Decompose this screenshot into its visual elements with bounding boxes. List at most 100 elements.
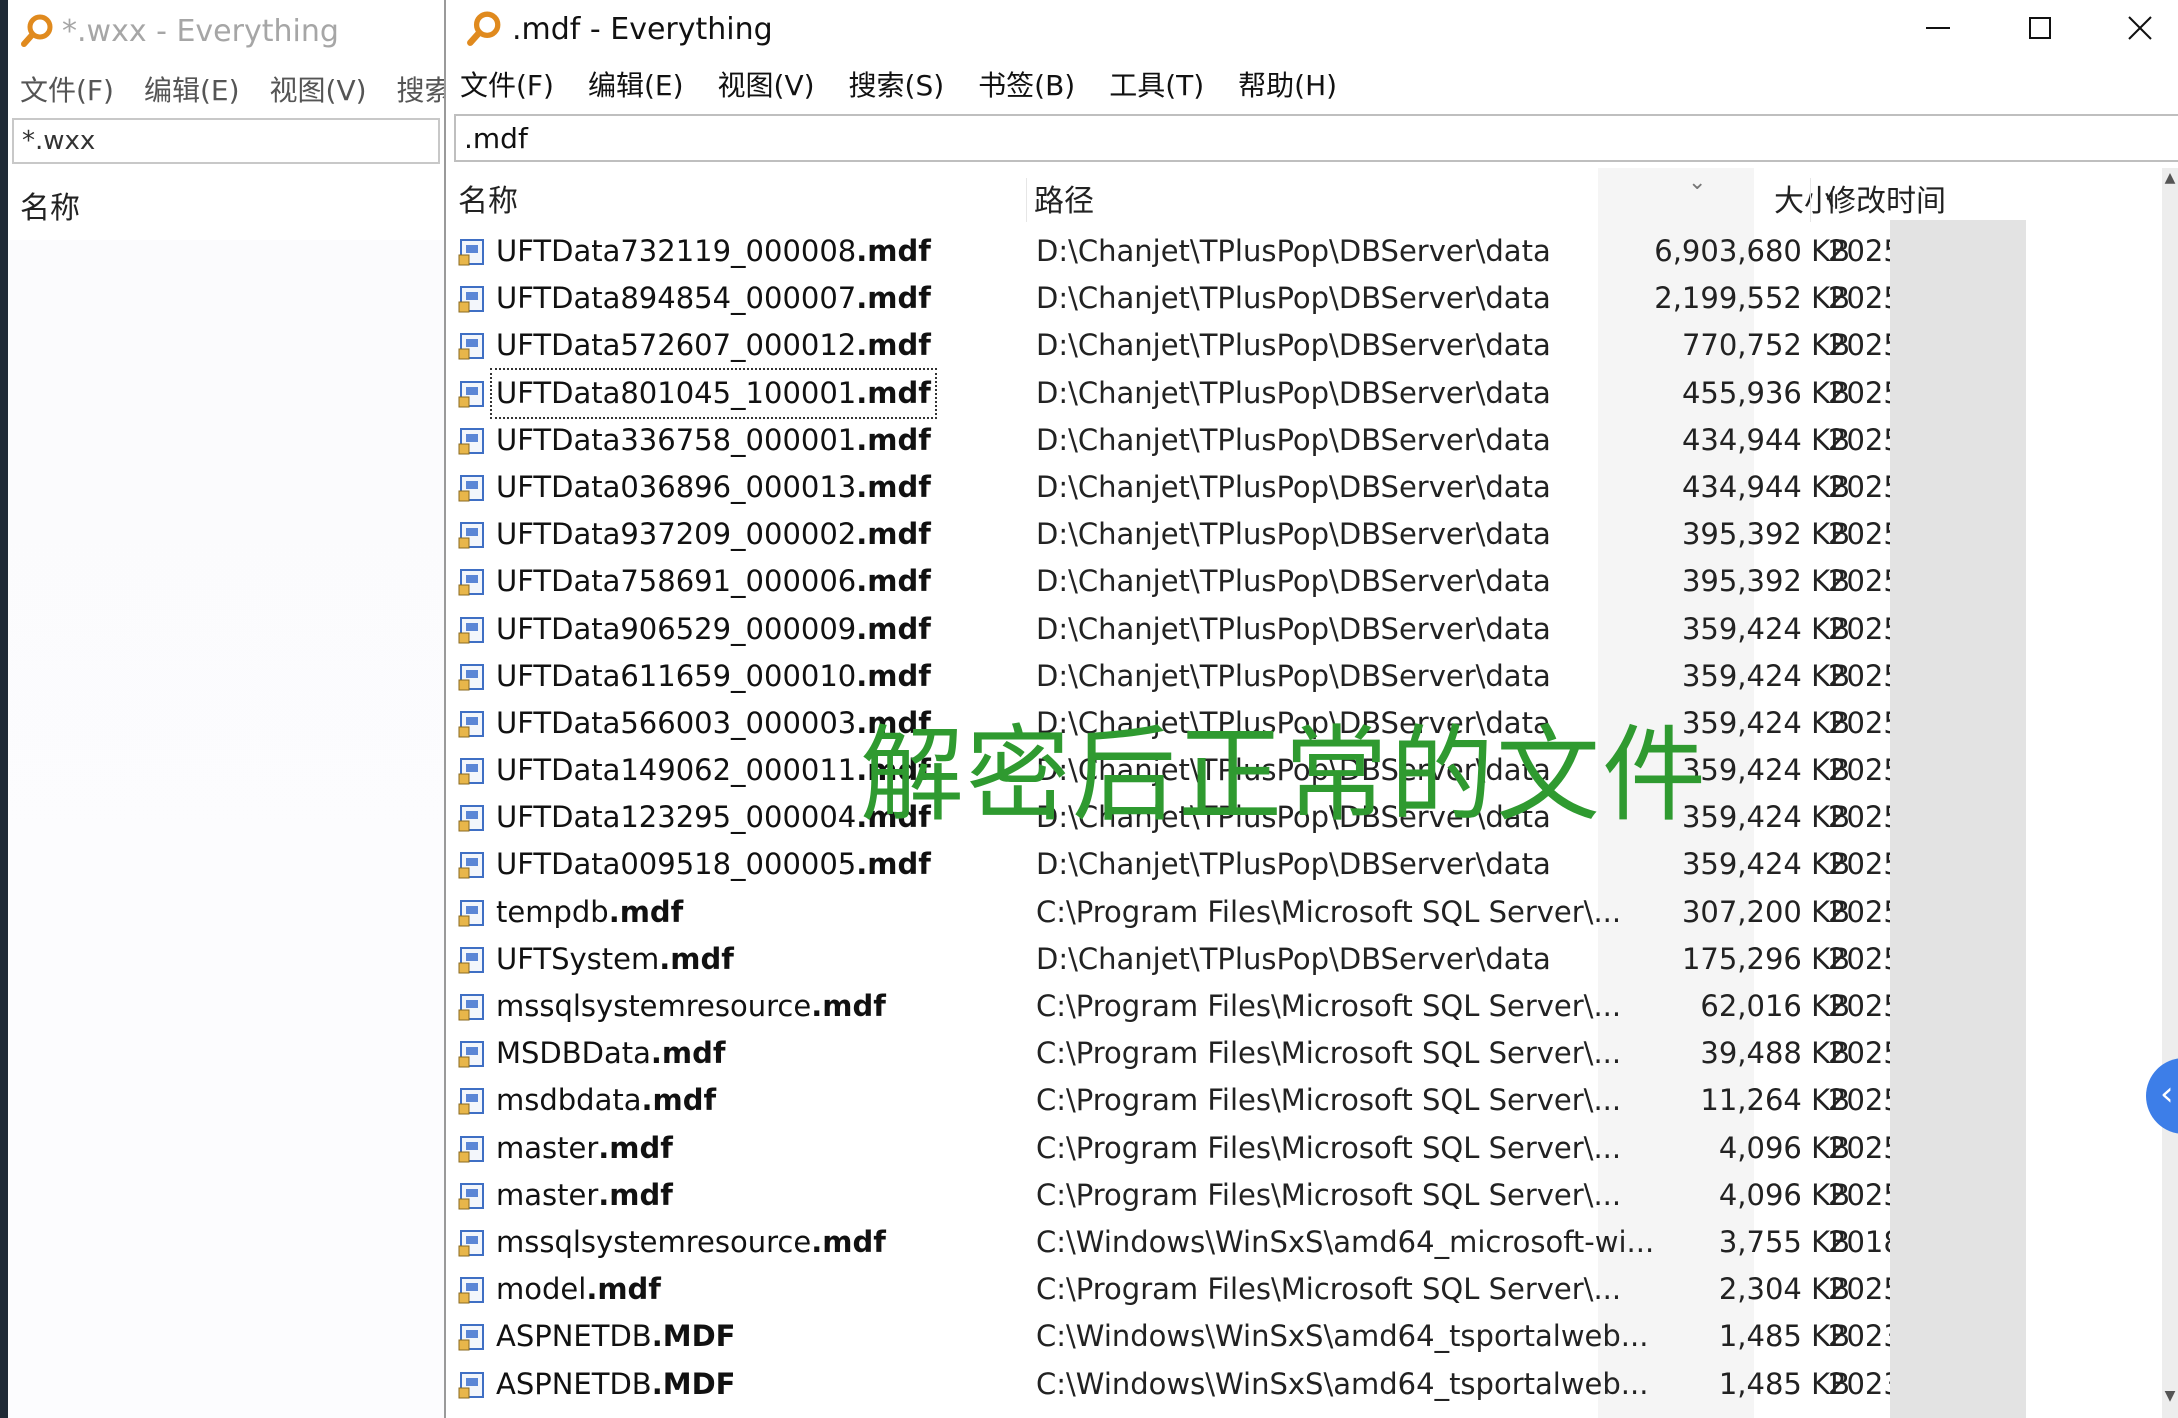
file-size: 1,485 KB (1718, 1319, 1850, 1354)
file-path: D:\Chanjet\TPlusPop\DBServer\data (1036, 234, 1551, 268)
file-name: ASPNETDB.MDF (496, 1313, 735, 1360)
file-extension: .mdf (598, 1177, 673, 1212)
file-name-stem: UFTData572607_000012 (496, 328, 857, 363)
back-menu-bar: 文件(F) 编辑(E) 视图(V) 搜索( (8, 62, 444, 116)
database-file-icon (458, 427, 484, 455)
file-name-stem: master (496, 1130, 599, 1165)
menu-bookmarks[interactable]: 书签(B) (978, 64, 1075, 104)
file-name-stem: UFTData566003_000003 (496, 705, 857, 740)
file-name: master.mdf (496, 1172, 673, 1219)
file-size: 4,096 KB (1718, 1130, 1850, 1165)
database-file-icon (458, 569, 484, 596)
file-extension: .mdf (856, 611, 931, 646)
file-name: UFTData937209_000002.mdf (496, 511, 931, 558)
file-extension: .mdf (598, 1130, 673, 1165)
file-path: D:\Chanjet\TPlusPop\DBServer\data (1036, 517, 1551, 552)
menu-edit[interactable]: 编辑(E) (588, 64, 684, 104)
file-extension: .mdf (608, 894, 684, 929)
file-extension: .mdf (659, 941, 734, 976)
file-name-stem: UFTData906529_000009 (496, 611, 857, 646)
maximize-button[interactable] (1990, 0, 2090, 56)
menu-tools[interactable]: 工具(T) (1109, 64, 1204, 104)
database-file-icon (458, 1135, 484, 1163)
database-file-icon (458, 474, 484, 502)
file-name: msdbdata.mdf (496, 1077, 716, 1124)
database-file-icon (458, 899, 484, 927)
database-file-icon (458, 710, 484, 738)
back-menu-file[interactable]: 文件(F) (20, 69, 114, 109)
file-extension: .mdf (856, 422, 931, 457)
file-name: ASPNETDB.MDF (496, 1361, 735, 1408)
back-menu-search[interactable]: 搜索( (397, 69, 444, 109)
column-header-name[interactable]: 名称 (458, 176, 518, 220)
file-name-stem: MSDBData (496, 1036, 651, 1071)
title-bar[interactable]: .mdf - Everything (448, 0, 2178, 58)
minimize-icon (1926, 27, 1950, 29)
back-results-list (8, 240, 444, 1418)
search-input[interactable]: .mdf (454, 114, 2178, 162)
file-name: UFTData036896_000013.mdf (496, 464, 931, 511)
menu-help[interactable]: 帮助(H) (1238, 64, 1337, 104)
file-size: 39,488 KB (1700, 1036, 1850, 1071)
menu-file[interactable]: 文件(F) (460, 64, 554, 104)
file-name: UFTData801045_100001.mdf (490, 367, 937, 419)
database-file-icon (458, 286, 484, 313)
file-path: D:\Chanjet\TPlusPop\DBServer\data (1036, 611, 1551, 646)
vertical-scrollbar[interactable] (2162, 168, 2178, 1418)
file-extension: .mdf (856, 375, 931, 410)
close-icon (2128, 16, 2152, 40)
file-name-stem: UFTData036896_000013 (496, 469, 857, 504)
database-file-icon (458, 1041, 484, 1068)
file-name-stem: UFTData611659_000010 (496, 658, 857, 693)
file-name: UFTData894854_000007.mdf (496, 275, 931, 322)
file-name: UFTData009518_000005.mdf (496, 841, 931, 888)
file-extension: .mdf (856, 847, 931, 882)
scroll-up-icon[interactable]: ▲ (2162, 170, 2178, 194)
file-extension: .mdf (856, 328, 931, 363)
file-extension: .mdf (811, 1224, 886, 1259)
background-everything-window[interactable]: *.wxx - Everything 文件(F) 编辑(E) 视图(V) 搜索(… (8, 0, 446, 1418)
file-path: D:\Chanjet\TPlusPop\DBServer\data (1036, 847, 1551, 882)
database-file-icon (458, 663, 484, 691)
database-file-icon (458, 333, 484, 360)
close-button[interactable] (2090, 0, 2178, 56)
database-file-icon (458, 1182, 484, 1210)
file-name: tempdb.mdf (496, 889, 683, 936)
database-file-icon (458, 522, 484, 549)
file-name-stem: UFTData894854_000007 (496, 281, 857, 316)
database-file-icon (458, 946, 484, 974)
column-divider[interactable] (1026, 178, 1027, 222)
file-extension: .mdf (856, 234, 931, 268)
menu-search[interactable]: 搜索(S) (849, 64, 945, 104)
file-extension: .mdf (811, 989, 886, 1023)
database-file-icon (458, 1229, 484, 1257)
column-header-size[interactable]: 大小 (1488, 176, 1834, 220)
file-extension: .mdf (856, 281, 931, 316)
menu-bar: 文件(F) 编辑(E) 视图(V) 搜索(S) 书签(B) 工具(T) 帮助(H… (448, 58, 2178, 110)
file-name: MSDBData.mdf (496, 1030, 726, 1077)
database-file-icon (458, 1324, 484, 1351)
database-file-icon (458, 1371, 484, 1398)
file-size: 434,944 KB (1681, 422, 1850, 457)
scroll-down-icon[interactable]: ▼ (2162, 1388, 2178, 1412)
back-search-input[interactable]: *.wxx (12, 118, 440, 164)
column-divider[interactable] (1810, 178, 1811, 222)
overlay-caption: 解密后正常的文件 (860, 714, 1709, 836)
back-menu-view[interactable]: 视图(V) (270, 69, 367, 109)
back-column-name[interactable]: 名称 (8, 174, 444, 236)
column-header-date-modified[interactable]: 修改时间 (1826, 176, 1946, 220)
file-name: model.mdf (496, 1266, 661, 1313)
file-name: master.mdf (496, 1125, 673, 1172)
back-title-bar[interactable]: *.wxx - Everything (8, 0, 444, 62)
column-header-path[interactable]: 路径 (1034, 176, 1094, 220)
back-menu-edit[interactable]: 编辑(E) (144, 69, 240, 109)
menu-view[interactable]: 视图(V) (718, 64, 815, 104)
app-icon (467, 11, 501, 46)
database-file-icon (458, 994, 484, 1021)
file-size: 3,755 KB (1718, 1224, 1850, 1259)
file-extension: .mdf (586, 1272, 661, 1307)
database-file-icon (458, 239, 484, 266)
database-file-icon (458, 616, 484, 643)
database-file-icon (458, 1088, 484, 1115)
minimize-button[interactable] (1888, 0, 1988, 56)
